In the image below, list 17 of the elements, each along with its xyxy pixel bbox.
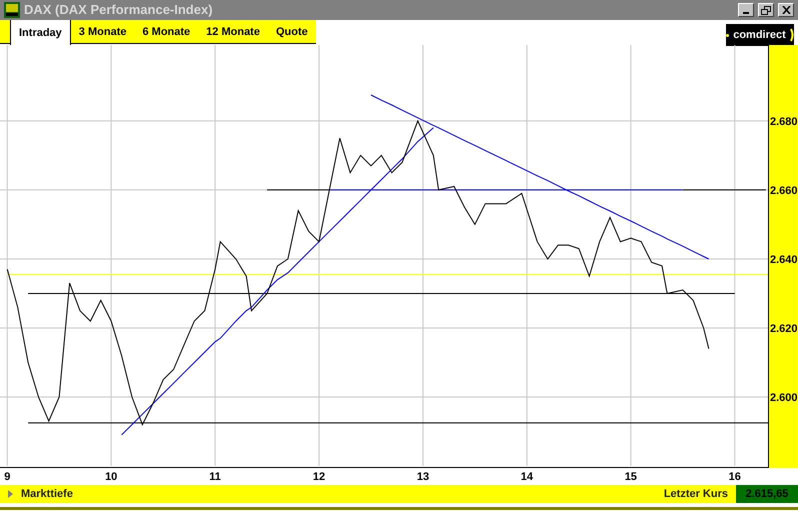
x-axis-label: 13 [416,471,430,483]
y-axis-label: 2.660 [770,184,798,197]
y-axis-label: 2.620 [770,322,798,335]
last-price-value: 2.615,65 [736,485,798,503]
x-axis-label: 16 [728,471,741,483]
window-title: DAX (DAX Performance-Index) [24,1,213,19]
y-axis-label: 2.600 [770,392,798,404]
y-axis-label: 2.680 [770,116,798,128]
x-axis-label: 15 [624,471,637,483]
x-axis-label: 10 [105,471,118,483]
x-axis-label: 14 [520,471,534,483]
x-axis-label: 11 [209,471,221,483]
last-price-label: Letzter Kurs [664,486,728,502]
x-axis-label: 9 [4,471,10,483]
x-axis-label: 12 [312,471,326,483]
y-axis-label: 2.640 [770,254,798,266]
logo: comdirect [726,24,794,46]
